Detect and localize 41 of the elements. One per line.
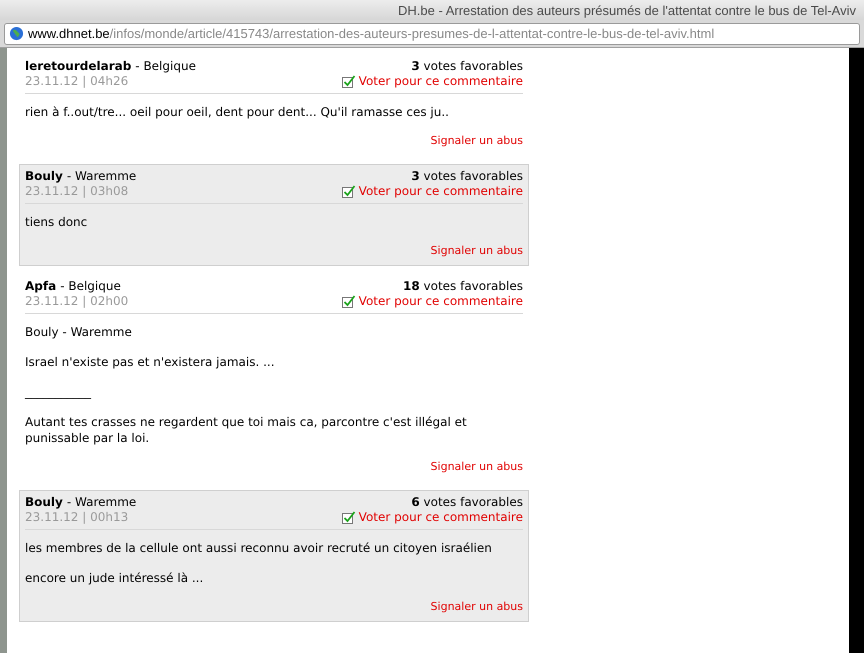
author-name: leretourdelarab [25, 59, 132, 74]
vote-link[interactable]: Voter pour ce commentaire [358, 510, 523, 525]
vote-link[interactable]: Voter pour ce commentaire [358, 74, 523, 89]
comment-text: Israel n'existe pas et n'existera jamais. ... [25, 354, 276, 370]
author-location: - Waremme [66, 495, 136, 510]
vote-link[interactable]: Voter pour ce commentaire [358, 184, 523, 199]
author-location: - Waremme [66, 169, 136, 184]
author-name: Bouly [25, 169, 63, 184]
globe-icon [9, 26, 24, 41]
checkbox-tick-icon[interactable] [342, 295, 356, 308]
address-bar[interactable]: www.dhnet.be/infos/monde/article/415743/arrestation-des-auteurs-presumes-de-l-attentat-contre-le-bus-de-tel-aviv.html [4, 22, 860, 44]
url-path: /infos/monde/article/415743/arrestation-des-auteurs-presumes-de-l-attentat-contre-le-bus-de-tel-aviv.html [110, 26, 714, 41]
author-name: Apfa [25, 279, 56, 294]
comment-text: tiens donc [25, 214, 88, 230]
author-location: - Belgique [135, 59, 196, 74]
window-title: DH.be - Arrestation des auteurs présumés de l'attentat contre le bus de Tel-Aviv [398, 2, 856, 18]
vote-count: 6 votes favorables [411, 495, 523, 510]
report-abuse-link[interactable]: Signaler un abus [430, 134, 523, 147]
comment-text: les membres de la cellule ont aussi reconnu avoir recruté un citoyen israélien [25, 540, 493, 556]
comment-date: 23.11.12 | 00h13 [25, 510, 130, 525]
author-location: - Belgique [60, 279, 121, 294]
url-domain: www.dhnet.be [28, 26, 110, 41]
vote-count: 3 votes favorables [411, 59, 523, 74]
comment-text: ___________ [25, 384, 92, 400]
comment-text: rien à f..out/tre... oeil pour oeil, dent pour dent... Qu'il ramasse ces ju.. [25, 104, 450, 120]
report-abuse-link[interactable]: Signaler un abus [430, 244, 523, 257]
comment-date: 23.11.12 | 02h00 [25, 294, 128, 309]
checkbox-tick-icon[interactable] [342, 185, 356, 198]
comment-text: Autant tes crasses ne regardent que toi mais ca, parcontre c'est illégal et punissable par la loi. [25, 414, 468, 446]
comment-date: 23.11.12 | 04h26 [25, 74, 130, 89]
comment-text: encore un jude intéressé là ... [25, 570, 204, 586]
report-abuse-link[interactable]: Signaler un abus [430, 600, 523, 613]
vote-link[interactable]: Voter pour ce commentaire [358, 294, 523, 309]
comment-text: Bouly - Waremme [25, 324, 133, 340]
report-abuse-link[interactable]: Signaler un abus [430, 460, 523, 473]
checkbox-tick-icon[interactable] [342, 75, 356, 88]
comment-date: 23.11.12 | 03h08 [25, 184, 130, 199]
author-name: Bouly [25, 495, 63, 510]
checkbox-tick-icon[interactable] [342, 511, 356, 524]
vote-count: 3 votes favorables [411, 169, 523, 184]
vote-count: 18 votes favorables [402, 279, 523, 294]
